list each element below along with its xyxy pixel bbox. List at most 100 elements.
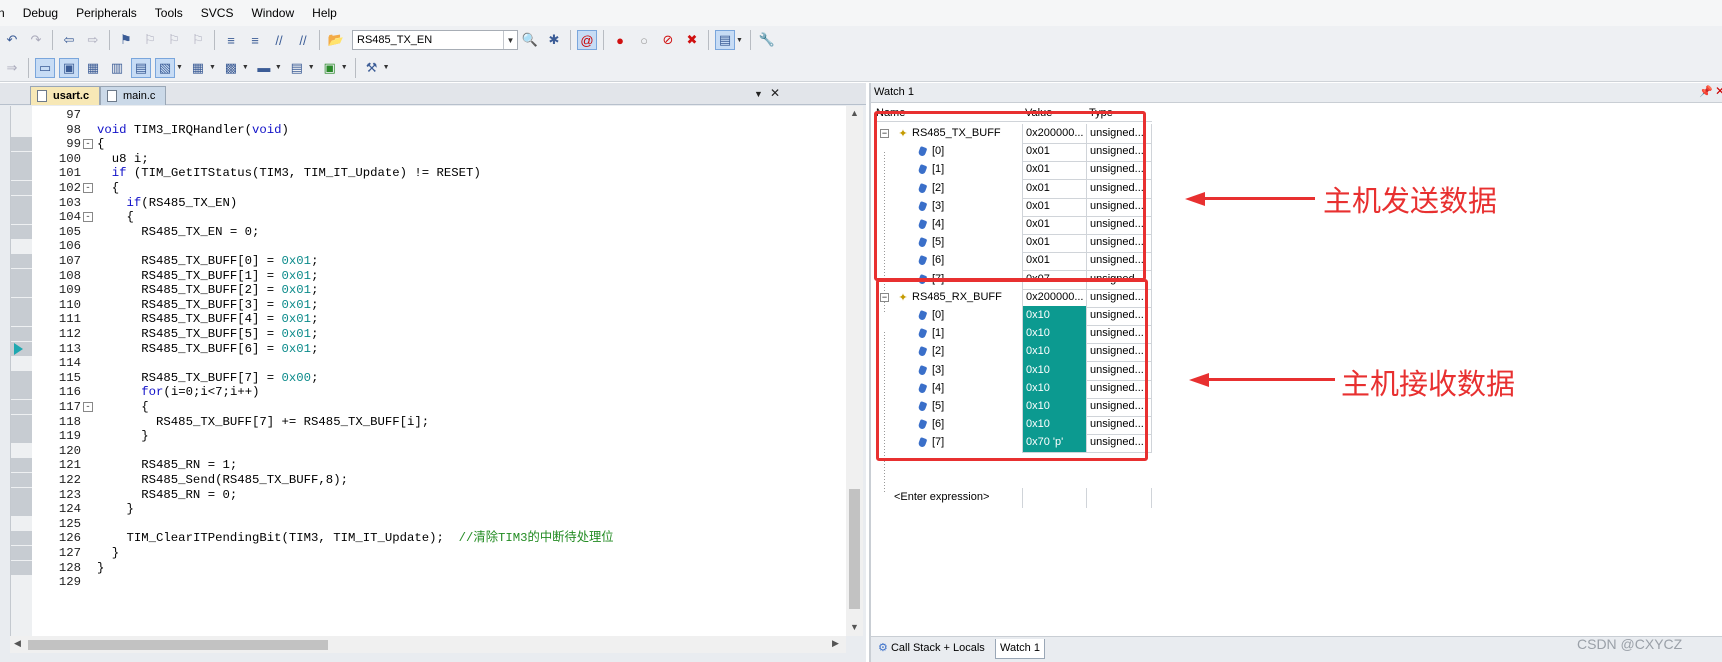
disassembly-window-icon[interactable]: ▣ [59, 57, 79, 78]
code-line[interactable]: 110 RS485_TX_BUFF[3] = 0x01; [11, 297, 846, 313]
coverage-mark[interactable] [11, 575, 32, 589]
coverage-mark[interactable] [11, 312, 32, 327]
bookmark-clear-icon[interactable]: ⚐ [188, 30, 208, 50]
toolbox-icon[interactable]: ⚒ [362, 58, 382, 78]
code-line[interactable]: 107 RS485_TX_BUFF[0] = 0x01; [11, 253, 846, 269]
coverage-mark[interactable] [11, 356, 32, 370]
tab-list-icon[interactable]: ▼ [754, 89, 763, 99]
scroll-right-icon[interactable]: ▶ [832, 638, 839, 649]
code-line[interactable]: 121 RS485_RN = 1; [11, 457, 846, 473]
comment-icon[interactable]: // [269, 30, 289, 50]
coverage-mark[interactable] [11, 181, 32, 195]
analysis-window-icon[interactable]: ▬ [254, 58, 274, 78]
chevron-down-icon[interactable]: ▼ [503, 31, 517, 49]
coverage-mark[interactable] [11, 224, 32, 239]
coverage-mark[interactable] [11, 385, 32, 400]
code-line[interactable]: 127 } [11, 545, 846, 561]
coverage-mark[interactable] [11, 108, 32, 122]
serial-window-icon[interactable]: ▩ [221, 58, 241, 78]
code-line[interactable]: 105 RS485_TX_EN = 0; [11, 224, 846, 240]
scroll-down-icon[interactable]: ▼ [846, 622, 863, 632]
redo-icon[interactable]: ↷ [26, 30, 46, 50]
coverage-mark[interactable] [11, 123, 32, 137]
incremental-find-icon[interactable]: ✱ [544, 30, 564, 50]
code-line[interactable]: 101 if (TIM_GetITStatus(TIM3, TIM_IT_Upd… [11, 165, 846, 181]
bookmark-toggle-icon[interactable]: ⚑ [116, 30, 136, 50]
enter-expression[interactable]: <Enter expression> [894, 488, 989, 507]
code-line[interactable]: 108 RS485_TX_BUFF[1] = 0x01; [11, 268, 846, 284]
scroll-thumb[interactable] [849, 489, 860, 609]
chevron-down-icon[interactable]: ▼ [275, 64, 282, 71]
code-line[interactable]: 125 [11, 516, 846, 532]
scroll-thumb[interactable] [28, 640, 328, 650]
close-icon[interactable]: ✕ [770, 86, 780, 100]
editor-vertical-scrollbar[interactable]: ▲ ▼ [846, 106, 863, 636]
menu-edit-partial[interactable]: n [0, 0, 14, 26]
unindent-icon[interactable]: ≡ [245, 30, 265, 50]
menu-peripherals[interactable]: Peripherals [67, 0, 146, 26]
menu-window[interactable]: Window [242, 0, 303, 26]
code-editor[interactable]: 97 98 void TIM3_IRQHandler(void) 99-{100 u8… [10, 106, 846, 636]
menu-svcs[interactable]: SVCS [192, 0, 243, 26]
fold-toggle-icon[interactable]: - [83, 139, 93, 150]
code-line[interactable]: 106 [11, 238, 846, 254]
trace-window-icon[interactable]: ▤ [287, 58, 307, 78]
coverage-mark[interactable] [11, 297, 32, 312]
chevron-down-icon[interactable]: ▼ [736, 37, 743, 44]
fold-toggle-icon[interactable]: - [83, 402, 93, 412]
bookmark-prev-icon[interactable]: ⚐ [140, 30, 160, 50]
code-line[interactable]: 114 [11, 355, 846, 371]
call-stack-window-icon[interactable]: ▤ [131, 57, 151, 78]
watch-window-icon[interactable]: ▧ [155, 57, 175, 78]
coverage-mark[interactable] [11, 327, 32, 341]
code-line[interactable]: 100 u8 i; [11, 151, 846, 167]
code-line[interactable]: 116 for(i=0;i<7;i++) [11, 384, 846, 400]
coverage-mark[interactable] [11, 458, 32, 473]
coverage-mark[interactable] [11, 210, 32, 225]
code-line[interactable]: 115 RS485_TX_BUFF[7] = 0x00; [11, 370, 846, 386]
coverage-mark[interactable] [11, 531, 32, 546]
coverage-mark[interactable] [11, 166, 32, 181]
scroll-up-icon[interactable]: ▲ [846, 108, 863, 118]
menu-help[interactable]: Help [303, 0, 346, 26]
code-line[interactable]: 113 RS485_TX_BUFF[6] = 0x01; [11, 341, 846, 357]
registers-window-icon[interactable]: ▥ [107, 58, 127, 78]
command-window-icon[interactable]: ▭ [35, 57, 55, 78]
fold-toggle-icon[interactable]: - [83, 212, 93, 223]
find-in-files-icon[interactable]: 📂 [326, 30, 346, 50]
pin-icon[interactable]: 📌 [1699, 85, 1713, 98]
code-line[interactable]: 118 RS485_TX_BUFF[7] += RS485_TX_BUFF[i]… [11, 414, 846, 430]
coverage-mark[interactable] [11, 517, 32, 531]
nav-back-icon[interactable]: ⇦ [59, 30, 79, 50]
chevron-down-icon[interactable]: ▼ [176, 64, 183, 71]
close-icon[interactable]: ✕ [1715, 84, 1722, 98]
menu-tools[interactable]: Tools [146, 0, 192, 26]
configure-icon[interactable]: 🔧 [757, 30, 777, 50]
indent-icon[interactable]: ≡ [221, 30, 241, 50]
find-icon[interactable]: 🔍 [520, 30, 540, 50]
nav-forward-icon[interactable]: ⇨ [83, 30, 103, 50]
coverage-mark[interactable] [11, 239, 32, 253]
chevron-down-icon[interactable]: ▼ [308, 64, 315, 71]
code-line[interactable]: 119 } [11, 428, 846, 444]
coverage-mark[interactable] [11, 444, 32, 458]
code-line[interactable]: 128} [11, 560, 846, 576]
coverage-mark[interactable] [11, 546, 32, 560]
code-line[interactable]: 120 [11, 443, 846, 459]
code-line[interactable]: 117- { [11, 399, 846, 415]
code-line[interactable]: 129 [11, 574, 846, 590]
breakpoint-enable-icon[interactable]: ○ [634, 30, 654, 50]
coverage-mark[interactable] [11, 487, 32, 502]
menu-debug[interactable]: Debug [14, 0, 67, 26]
editor-horizontal-scrollbar[interactable]: ◀ ▶ [10, 636, 846, 653]
code-line[interactable]: 109 RS485_TX_BUFF[2] = 0x01; [11, 282, 846, 298]
code-line[interactable]: 122 RS485_Send(RS485_TX_BUFF,8); [11, 472, 846, 488]
breakpoint-kill-all-icon[interactable]: ✖ [682, 30, 702, 50]
run-to-cursor-icon[interactable]: ⇒ [2, 58, 22, 78]
coverage-mark[interactable] [11, 254, 32, 268]
memory-window-icon[interactable]: ▦ [188, 58, 208, 78]
coverage-mark[interactable] [11, 400, 32, 414]
fold-toggle-icon[interactable]: - [83, 183, 93, 193]
system-viewer-icon[interactable]: ▣ [320, 58, 340, 78]
tab-call-stack-locals[interactable]: ⚙ Call Stack + Locals [874, 639, 989, 659]
